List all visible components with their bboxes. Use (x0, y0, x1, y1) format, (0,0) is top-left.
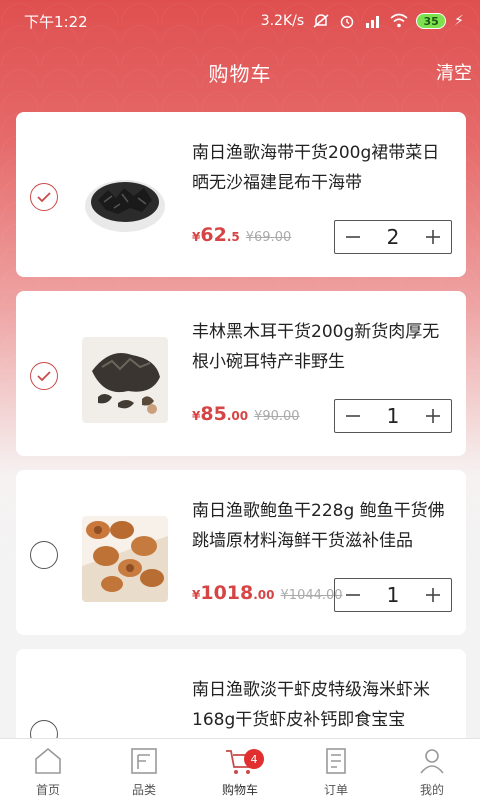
product-title[interactable]: 南日渔歌淡干虾皮特级海米虾米168g干货虾皮补钙即食宝宝 (192, 675, 454, 735)
charging-icon: ⚡ (454, 13, 464, 29)
original-price: ¥69.00 (245, 230, 292, 245)
tab-orders[interactable]: 订单 (288, 739, 384, 800)
profile-icon (420, 749, 444, 774)
price-row: ¥62.5 ¥69.00 (192, 224, 291, 256)
quantity-stepper: 1 (334, 399, 452, 433)
decrease-button[interactable] (335, 221, 371, 253)
product-image-dried-abalone[interactable] (82, 516, 168, 602)
cart-badge: 4 (244, 749, 264, 769)
tab-category[interactable]: 品类 (96, 739, 192, 800)
minus-icon (346, 594, 360, 596)
status-time: 下午1:22 (24, 12, 88, 31)
plus-icon (426, 409, 440, 423)
select-checkbox[interactable] (30, 362, 58, 390)
decrease-button[interactable] (335, 579, 371, 611)
checkmark-icon (37, 192, 51, 203)
increase-button[interactable] (415, 221, 451, 253)
tab-label: 首页 (35, 783, 60, 797)
tab-home[interactable]: 首页 (0, 739, 96, 800)
network-speed: 3.2K/s (260, 13, 305, 29)
current-price: ¥85.00 (192, 403, 249, 425)
minus-icon (346, 236, 360, 238)
price-row: ¥1018.00 ¥1044.00 (192, 582, 343, 614)
quantity-stepper: 1 (334, 578, 452, 612)
increase-button[interactable] (415, 400, 451, 432)
cart-item: 南日渔歌海带干货200g裙带菜日晒无沙福建昆布干海带 ¥62.5 ¥69.00 … (16, 112, 466, 277)
mute-icon (313, 14, 329, 28)
tab-label: 订单 (323, 783, 348, 797)
plus-icon (426, 230, 440, 244)
product-title[interactable]: 南日渔歌鲍鱼干228g 鲍鱼干货佛跳墙原材料海鲜干货滋补佳品 (192, 496, 454, 556)
select-checkbox[interactable] (30, 541, 58, 569)
tab-label: 购物车 (221, 783, 258, 797)
battery-indicator: 35 (416, 13, 447, 29)
tab-label: 我的 (419, 783, 444, 797)
product-image-black-fungus[interactable] (82, 337, 168, 423)
cart-item: 南日渔歌鲍鱼干228g 鲍鱼干货佛跳墙原材料海鲜干货滋补佳品 ¥1018.00 … (16, 470, 466, 635)
current-price: ¥62.5 (192, 224, 240, 246)
original-price: ¥90.00 (254, 409, 300, 424)
home-icon (35, 747, 61, 774)
quantity-value: 1 (386, 404, 400, 428)
signal-icon (366, 16, 380, 28)
increase-button[interactable] (415, 579, 451, 611)
quantity-stepper: 2 (334, 220, 452, 254)
quantity-value: 2 (386, 225, 400, 249)
cart-list: 南日渔歌海带干货200g裙带菜日晒无沙福建昆布干海带 ¥62.5 ¥69.00 … (16, 112, 466, 800)
product-image-dried-kelp[interactable] (82, 158, 168, 244)
tab-label: 品类 (131, 783, 156, 797)
status-bar: 下午1:22 3.2K/s 35 ⚡ (0, 0, 480, 42)
bottom-tab-bar: 首页 品类 4 购物车 订单 我的 (0, 738, 480, 800)
product-title[interactable]: 南日渔歌海带干货200g裙带菜日晒无沙福建昆布干海带 (192, 138, 454, 198)
order-icon (326, 748, 346, 774)
price-row: ¥85.00 ¥90.00 (192, 403, 300, 435)
minus-icon (346, 415, 360, 417)
checkmark-icon (37, 371, 51, 382)
decrease-button[interactable] (335, 400, 371, 432)
tab-cart[interactable]: 4 购物车 (192, 739, 288, 800)
clear-button[interactable]: 清空 (436, 59, 472, 85)
select-checkbox[interactable] (30, 183, 58, 211)
product-title[interactable]: 丰林黑木耳干货200g新货肉厚无根小碗耳特产非野生 (192, 317, 454, 377)
plus-icon (426, 588, 440, 602)
category-icon (131, 748, 157, 774)
quantity-value: 1 (386, 583, 400, 607)
current-price: ¥1018.00 (192, 582, 275, 604)
page-title: 购物车 (208, 61, 272, 86)
alarm-icon (340, 15, 354, 29)
tab-profile[interactable]: 我的 (384, 739, 480, 800)
cart-item: 丰林黑木耳干货200g新货肉厚无根小碗耳特产非野生 ¥85.00 ¥90.00 … (16, 291, 466, 456)
wifi-icon (390, 13, 408, 28)
status-indicators: 3.2K/s 35 ⚡ (261, 13, 464, 29)
app-header: 购物车 清空 (0, 44, 480, 100)
